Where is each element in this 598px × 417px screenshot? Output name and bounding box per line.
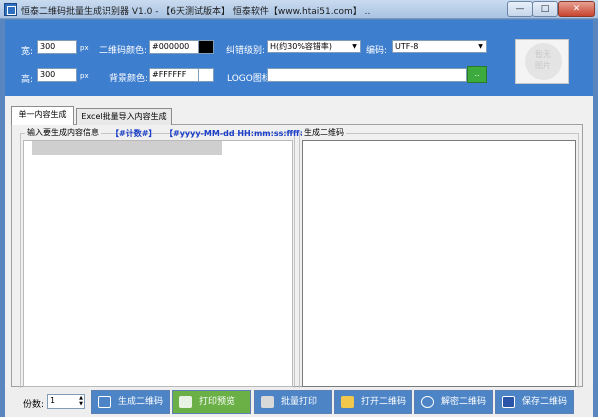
chevron-down-icon: ▼ — [478, 43, 483, 50]
batch-print-label: 批量打印 — [281, 397, 318, 407]
logo-path-input[interactable] — [267, 68, 467, 82]
logo-preview: 暂无 图片 — [515, 39, 569, 84]
generate-qr-label: 生成二维码 — [118, 397, 164, 407]
decode-qr-label: 解密二维码 — [441, 397, 487, 407]
printer-icon — [261, 396, 274, 408]
chevron-down-icon: ▼ — [352, 43, 357, 50]
stepper-arrows-icon[interactable]: ▲ ▼ — [79, 395, 83, 407]
qr-color-input[interactable]: #000000 — [149, 40, 199, 54]
height-input[interactable]: 300 — [37, 68, 77, 82]
decode-qr-button[interactable]: 解密二维码 — [414, 390, 493, 414]
print-preview-icon — [179, 396, 192, 408]
settings-panel — [5, 20, 593, 96]
width-label: 宽: — [21, 47, 34, 57]
qr-color-label: 二维码颜色: — [99, 46, 148, 56]
tab-excel-import[interactable]: Excel批量导入内容生成 — [76, 108, 172, 125]
open-qr-button[interactable]: 打开二维码 — [334, 390, 412, 414]
height-label: 高: — [21, 75, 34, 85]
copies-label: 份数: — [23, 400, 45, 410]
save-qr-button[interactable]: 保存二维码 — [495, 390, 574, 414]
folder-icon — [341, 396, 354, 408]
batch-print-button[interactable]: 批量打印 — [254, 390, 332, 414]
blurred-content — [32, 141, 222, 155]
window-title: 恒泰二维码批量生成识别器 V1.0 - 【6天测试版本】 恒泰软件【www.ht… — [21, 7, 371, 17]
input-group-caption: 输入要生成内容信息 — [25, 127, 101, 138]
logo-browse-button[interactable]: .. — [467, 66, 487, 83]
datetime-token-link[interactable]: 【#yyyy-MM-dd HH:mm:ss:ffff#】 — [165, 128, 314, 139]
height-unit: px — [80, 72, 89, 80]
width-input[interactable]: 300 — [37, 40, 77, 54]
bg-color-swatch[interactable] — [198, 68, 214, 82]
gear-icon — [98, 396, 111, 408]
qr-color-swatch[interactable] — [198, 40, 214, 54]
maximize-button[interactable]: □ — [532, 1, 558, 17]
print-preview-button[interactable]: 打印预览 — [172, 390, 251, 414]
save-qr-label: 保存二维码 — [522, 397, 568, 407]
ecc-select[interactable]: H(约30%容错率) ▼ — [267, 40, 361, 53]
output-group-caption: 生成二维码 — [302, 127, 346, 138]
bg-color-input[interactable]: #FFFFFF — [149, 68, 199, 82]
print-preview-label: 打印预览 — [199, 397, 236, 407]
encoding-select-value: UTF-8 — [395, 42, 419, 51]
content-textarea[interactable] — [23, 140, 293, 387]
copies-value: 1 — [50, 396, 56, 405]
preview-placeholder-line-2: 图片 — [535, 61, 551, 70]
preview-placeholder-text: 暂无 图片 — [516, 49, 570, 71]
minimize-button[interactable]: — — [507, 1, 533, 17]
encoding-label: 编码: — [366, 46, 388, 56]
close-button[interactable]: ✕ — [558, 1, 595, 17]
ecc-select-value: H(约30%容错率) — [270, 42, 333, 51]
save-disk-icon — [502, 396, 515, 408]
app-icon — [4, 3, 17, 16]
width-unit: px — [80, 44, 89, 52]
preview-placeholder-line-1: 暂无 — [535, 50, 551, 59]
ecc-label: 纠错级别: — [226, 46, 266, 56]
open-qr-label: 打开二维码 — [361, 397, 407, 407]
decode-icon — [421, 396, 434, 408]
encoding-select[interactable]: UTF-8 ▼ — [392, 40, 487, 53]
counter-token-link[interactable]: 【#计数#】 — [111, 128, 156, 139]
qr-display-area — [302, 140, 576, 387]
tab-single-content[interactable]: 单一内容生成 — [11, 106, 74, 125]
bg-color-label: 背景颜色: — [109, 74, 149, 84]
generate-qr-button[interactable]: 生成二维码 — [91, 390, 170, 414]
copies-stepper[interactable]: 1 ▲ ▼ — [47, 394, 85, 409]
